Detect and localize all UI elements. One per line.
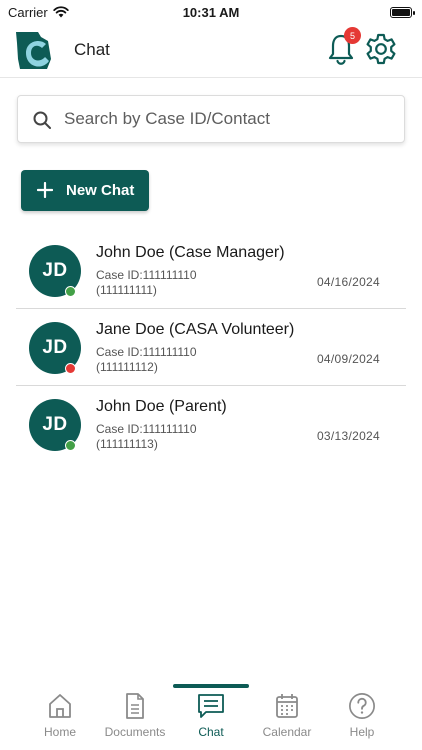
case-id: Case ID:111111110	[96, 345, 197, 359]
tab-documents[interactable]: Documents	[97, 692, 173, 748]
case-id: Case ID:111111110	[96, 422, 197, 436]
chat-date: 04/09/2024	[316, 352, 380, 366]
case-info: Case ID:111111110 (111111112)	[96, 345, 197, 375]
chat-date: 03/13/2024	[316, 429, 380, 443]
document-icon	[126, 693, 144, 719]
chat-list-item[interactable]: JD Jane Doe (CASA Volunteer) Case ID:111…	[0, 309, 422, 386]
chat-list: JD John Doe (Case Manager) Case ID:11111…	[0, 232, 422, 463]
tab-calendar[interactable]: Calendar	[249, 692, 325, 748]
settings-gear-icon[interactable]	[364, 32, 398, 66]
contact-id: (111111111)	[96, 283, 157, 297]
app-logo	[16, 32, 51, 69]
contact-name: John Doe (Case Manager)	[96, 244, 285, 261]
contact-name: John Doe (Parent)	[96, 398, 227, 415]
plus-icon	[37, 182, 53, 198]
tab-label: Help	[349, 725, 375, 739]
tab-chat[interactable]: Chat	[173, 692, 249, 748]
wifi-icon	[53, 6, 69, 18]
chat-date: 04/16/2024	[316, 275, 380, 289]
search-icon	[33, 111, 51, 129]
chat-list-item[interactable]: JD John Doe (Case Manager) Case ID:11111…	[0, 232, 422, 309]
presence-indicator-offline	[65, 363, 76, 374]
notification-badge: 5	[344, 27, 361, 44]
presence-indicator-online	[65, 286, 76, 297]
tab-label: Documents	[104, 725, 166, 739]
active-tab-indicator	[173, 684, 249, 688]
presence-indicator-online	[65, 440, 76, 451]
search-input[interactable]	[64, 96, 394, 142]
tab-bar: Home Documents Chat Calendar Help	[0, 684, 422, 750]
new-chat-button[interactable]: New Chat	[21, 170, 149, 211]
battery-fill	[392, 8, 410, 16]
contact-id: (111111112)	[96, 360, 158, 374]
case-info: Case ID:111111110 (111111113)	[96, 422, 197, 452]
new-chat-label: New Chat	[66, 182, 135, 199]
tab-label: Home	[43, 725, 76, 739]
chat-list-item[interactable]: JD John Doe (Parent) Case ID:111111110 (…	[0, 386, 422, 463]
tab-home[interactable]: Home	[22, 692, 98, 748]
case-info: Case ID:111111110 (111111111)	[96, 268, 197, 298]
battery-icon	[390, 6, 415, 18]
help-icon	[349, 693, 375, 719]
app-header: Chat 5	[0, 24, 422, 78]
search-box[interactable]	[17, 95, 405, 143]
chat-icon	[198, 694, 224, 718]
tab-label: Calendar	[262, 725, 312, 739]
case-id: Case ID:111111110	[96, 268, 197, 282]
page-title: Chat	[74, 40, 110, 59]
tab-label: Chat	[198, 725, 224, 739]
carrier-label: Carrier	[8, 4, 48, 20]
tab-help[interactable]: Help	[324, 692, 400, 748]
home-icon	[49, 694, 71, 718]
calendar-icon	[276, 694, 298, 718]
status-left: Carrier	[8, 5, 69, 20]
contact-name: Jane Doe (CASA Volunteer)	[96, 321, 295, 338]
status-bar: Carrier 10:31 AM	[0, 0, 422, 24]
contact-id: (111111113)	[96, 437, 158, 451]
